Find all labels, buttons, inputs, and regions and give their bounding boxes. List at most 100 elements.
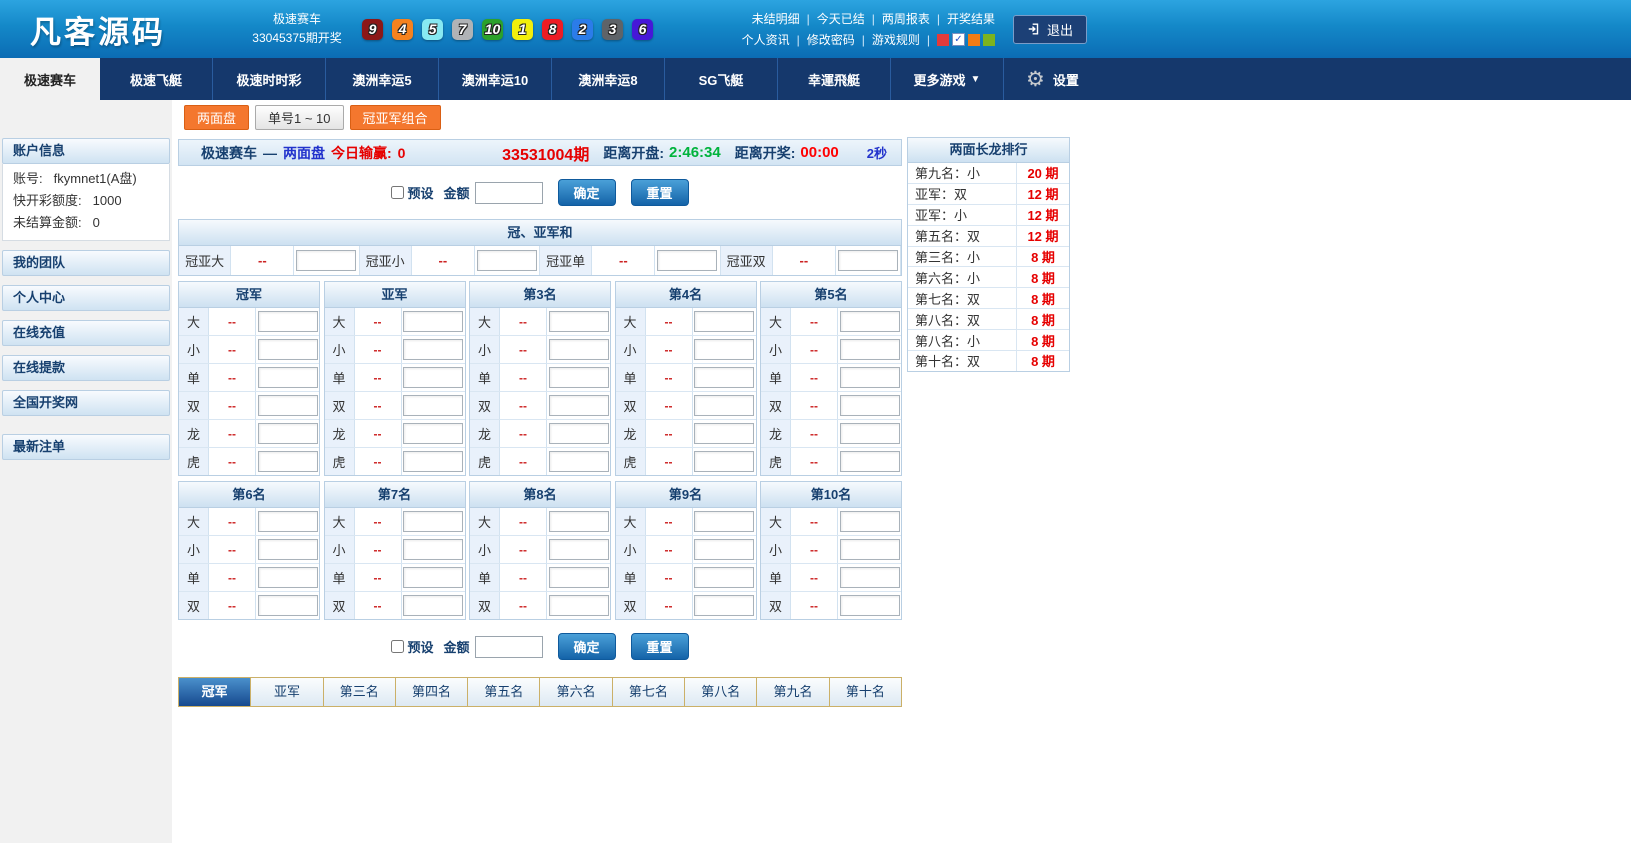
bet-amount-input[interactable] (694, 367, 754, 388)
position-tab-3[interactable]: 第三名 (323, 678, 396, 706)
bet-amount-input[interactable] (548, 311, 609, 332)
bet-amount-input[interactable] (548, 567, 609, 588)
result-display-checkbox[interactable]: ✓ (952, 33, 965, 46)
bet-amount-input[interactable] (694, 539, 754, 560)
bet-amount-input[interactable] (694, 595, 754, 616)
position-tab-6[interactable]: 第六名 (540, 678, 613, 706)
sidebar-item-3[interactable]: 在线充值 (2, 320, 170, 346)
mode-button-2[interactable]: 单号1 ~ 10 (255, 105, 344, 130)
header-link[interactable]: 未结明细 (752, 10, 800, 27)
reset-button[interactable]: 重置 (630, 633, 689, 660)
bet-amount-input[interactable] (257, 595, 318, 616)
sidebar-item-2[interactable]: 个人中心 (2, 285, 170, 311)
nav-tab-9[interactable]: 更多游戏 ▼ (891, 58, 1004, 100)
sidebar-item-5[interactable]: 全国开奖网 (2, 390, 170, 416)
logout-button[interactable]: 退出 (1013, 14, 1088, 44)
bet-amount-input[interactable] (839, 595, 900, 616)
bet-amount-input[interactable] (839, 395, 900, 416)
bet-amount-input[interactable] (694, 423, 754, 444)
sum-bet-amount-input[interactable] (657, 250, 718, 271)
bet-amount-input[interactable] (694, 511, 754, 532)
bet-amount-input[interactable] (839, 311, 900, 332)
bet-amount-input[interactable] (839, 539, 900, 560)
preset-checkbox[interactable] (391, 640, 405, 653)
bet-amount-input[interactable] (694, 339, 754, 360)
header-link[interactable]: 修改密码 (807, 31, 855, 48)
confirm-button[interactable]: 确定 (557, 633, 616, 660)
bet-amount-input[interactable] (403, 539, 463, 560)
nav-tab-8[interactable]: 幸運飛艇 (778, 58, 891, 100)
position-tab-2[interactable]: 亚军 (251, 678, 324, 706)
bet-amount-input[interactable] (548, 451, 609, 472)
header-link[interactable]: 今天已结 (817, 10, 865, 27)
bet-amount-input[interactable] (257, 511, 318, 532)
bet-amount-input[interactable] (257, 451, 318, 472)
position-tab-10[interactable]: 第十名 (829, 678, 901, 706)
bet-amount-input[interactable] (257, 395, 318, 416)
bet-amount-input[interactable] (548, 367, 609, 388)
bet-amount-input[interactable] (548, 595, 609, 616)
sum-bet-amount-input[interactable] (476, 250, 537, 271)
bet-amount-input[interactable] (403, 567, 463, 588)
position-tab-5[interactable]: 第五名 (468, 678, 541, 706)
bet-amount-input[interactable] (839, 451, 900, 472)
header-link[interactable]: 游戏规则 (872, 31, 920, 48)
bet-amount-input[interactable] (694, 567, 754, 588)
nav-tab-5[interactable]: 澳洲幸运10 (439, 58, 552, 100)
header-link[interactable]: 两周报表 (882, 10, 930, 27)
bet-amount-input[interactable] (839, 423, 900, 444)
bet-amount-input[interactable] (548, 339, 609, 360)
settings-button[interactable]: ⚙ 设置 (1004, 58, 1101, 100)
position-tab-9[interactable]: 第九名 (757, 678, 830, 706)
header-link[interactable]: 开奖结果 (947, 10, 995, 27)
nav-tab-2[interactable]: 极速飞艇 (100, 58, 213, 100)
bet-amount-input[interactable] (694, 451, 754, 472)
bet-amount-input[interactable] (403, 367, 463, 388)
sidebar-item-4[interactable]: 在线提款 (2, 355, 170, 381)
reset-button[interactable]: 重置 (630, 179, 689, 206)
bet-amount-input[interactable] (839, 339, 900, 360)
bet-amount-input[interactable] (403, 311, 463, 332)
nav-tab-6[interactable]: 澳洲幸运8 (552, 58, 665, 100)
sum-bet-amount-input[interactable] (837, 250, 898, 271)
bet-amount-input[interactable] (548, 395, 609, 416)
preset-checkbox[interactable] (391, 186, 405, 199)
bet-amount-input[interactable] (403, 451, 463, 472)
bet-amount-input[interactable] (257, 567, 318, 588)
amount-input[interactable] (474, 181, 543, 204)
bet-amount-input[interactable] (257, 367, 318, 388)
sum-bet-amount-input[interactable] (296, 250, 357, 271)
bet-amount-input[interactable] (257, 423, 318, 444)
bet-amount-input[interactable] (403, 395, 463, 416)
bet-amount-input[interactable] (694, 395, 754, 416)
bet-amount-input[interactable] (548, 511, 609, 532)
mode-button-3[interactable]: 冠亚军组合 (349, 105, 441, 130)
position-tab-7[interactable]: 第七名 (612, 678, 686, 706)
bet-amount-input[interactable] (403, 423, 463, 444)
bet-amount-input[interactable] (548, 539, 609, 560)
mode-button-1[interactable]: 两面盘 (184, 105, 250, 130)
amount-input[interactable] (474, 635, 543, 658)
bet-amount-input[interactable] (839, 567, 900, 588)
sidebar-item-6[interactable]: 最新注单 (2, 434, 170, 460)
nav-tab-4[interactable]: 澳洲幸运5 (326, 58, 439, 100)
bet-amount-input[interactable] (403, 511, 463, 532)
header-link[interactable]: 个人资讯 (742, 31, 790, 48)
bet-amount-input[interactable] (839, 367, 900, 388)
position-tab-4[interactable]: 第四名 (395, 678, 469, 706)
bet-amount-input[interactable] (839, 511, 900, 532)
position-tab-1[interactable]: 冠军 (179, 678, 252, 706)
sidebar-item-1[interactable]: 我的团队 (2, 250, 170, 276)
bet-amount-input[interactable] (548, 423, 609, 444)
bet-amount-input[interactable] (257, 339, 318, 360)
nav-tab-1[interactable]: 极速赛车 (0, 58, 100, 100)
bet-amount-input[interactable] (403, 339, 463, 360)
bet-amount-input[interactable] (694, 311, 754, 332)
confirm-button[interactable]: 确定 (557, 179, 616, 206)
nav-tab-7[interactable]: SG飞艇 (665, 58, 778, 100)
nav-tab-3[interactable]: 极速时时彩 (213, 58, 326, 100)
bet-amount-input[interactable] (257, 311, 318, 332)
bet-amount-input[interactable] (257, 539, 318, 560)
position-tab-8[interactable]: 第八名 (685, 678, 758, 706)
bet-amount-input[interactable] (403, 595, 463, 616)
